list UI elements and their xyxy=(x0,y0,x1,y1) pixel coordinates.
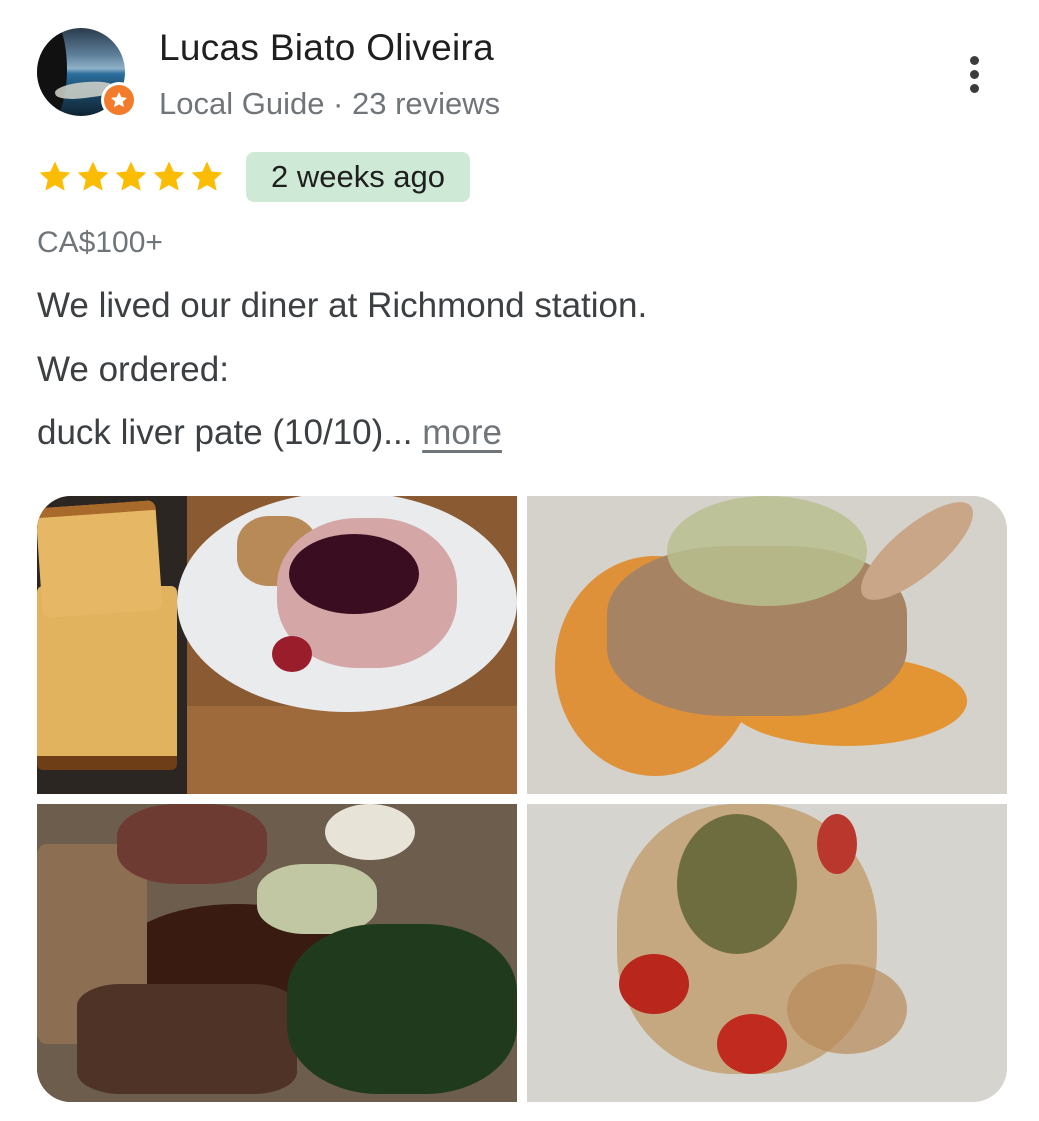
photo-fried-dish[interactable] xyxy=(527,496,1007,794)
local-guide-badge-icon xyxy=(101,82,137,118)
photo-duck-plate[interactable] xyxy=(37,804,517,1102)
more-link[interactable]: more xyxy=(422,413,502,452)
review-text-line: We lived our diner at Richmond station. xyxy=(37,286,648,325)
photo-duck-liver-pate[interactable] xyxy=(37,496,517,794)
star-rating xyxy=(36,158,226,196)
review-photo-grid xyxy=(37,496,1007,1102)
star-icon xyxy=(153,161,185,191)
star-icon xyxy=(115,161,147,191)
reviewer-meta: Local Guide · 23 reviews xyxy=(159,86,501,121)
review-time-badge: 2 weeks ago xyxy=(246,152,470,202)
review-text-line: duck liver pate (10/10)... more xyxy=(37,413,502,453)
star-icon xyxy=(191,161,223,191)
photo-tomato-pasta[interactable] xyxy=(527,804,1007,1102)
more-vert-icon[interactable] xyxy=(950,48,998,100)
star-icon xyxy=(39,161,71,191)
review-text-truncated: duck liver pate (10/10)... xyxy=(37,413,413,452)
price-range: CA$100+ xyxy=(37,226,163,259)
reviewer-name[interactable]: Lucas Biato Oliveira xyxy=(159,27,494,69)
review-text-line: We ordered: xyxy=(37,350,229,389)
star-icon xyxy=(77,161,109,191)
